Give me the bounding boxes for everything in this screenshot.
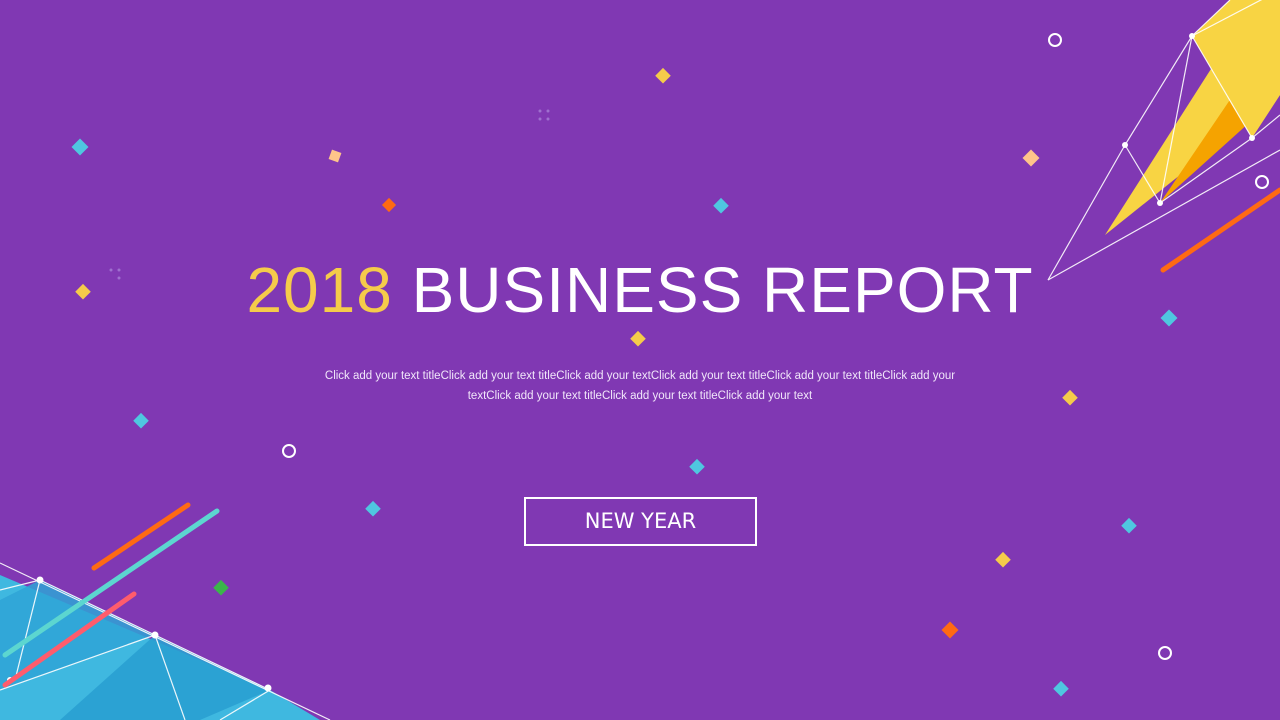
slide-title: 2018 BUSINESS REPORT (0, 250, 1280, 330)
top-right-crystal-graphic (1047, 0, 1280, 281)
title-slide: 2018 BUSINESS REPORT Click add your text… (0, 0, 1280, 720)
decorative-background (0, 0, 1280, 720)
orange-stroke-bottom-left (91, 502, 191, 571)
title-year: 2018 (246, 254, 393, 326)
bottom-left-crystal-graphic (0, 562, 331, 720)
ring-decorations (282, 33, 1269, 660)
slide-subtitle: Click add your text titleClick add your … (324, 370, 956, 402)
new-year-button[interactable]: NEW YEAR (524, 497, 757, 546)
title-text: BUSINESS REPORT (411, 254, 1034, 326)
